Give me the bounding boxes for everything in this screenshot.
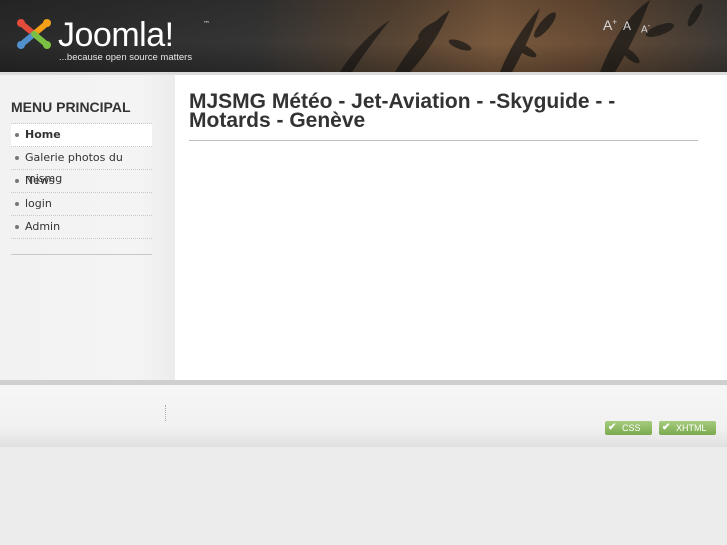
header: Joomla! ™ ...because open source matters…: [0, 0, 727, 72]
sidebar-item-news[interactable]: News: [11, 170, 152, 193]
sidebar-item-galerie[interactable]: Galerie photos du mjsmg: [11, 147, 152, 185]
font-larger-label: A: [603, 17, 613, 33]
sidebar-item-label: Admin: [25, 220, 61, 233]
valid-xhtml-badge[interactable]: ✔ XHTML: [659, 421, 716, 435]
sidebar-item-login[interactable]: login: [11, 193, 152, 216]
logo-wordmark: Joomla!: [58, 16, 174, 54]
sidebar-menu: Home Galerie photos du mjsmg News login …: [11, 123, 152, 239]
font-reset-button[interactable]: A: [623, 19, 631, 33]
check-icon: ✔: [662, 422, 671, 433]
font-larger-sign: +: [612, 17, 618, 27]
bullet-icon: [15, 179, 19, 183]
title-divider: [189, 140, 698, 141]
footer-divider: [165, 405, 166, 421]
sidebar: MENU PRINCIPAL Home Galerie photos du mj…: [0, 75, 175, 380]
logo[interactable]: Joomla! ™ ...because open source matters: [14, 12, 214, 66]
badge-label: XHTML: [676, 423, 707, 433]
footer: ✔ CSS ✔ XHTML: [0, 385, 727, 447]
page-background: [0, 447, 727, 545]
sidebar-menu-title: MENU PRINCIPAL: [11, 99, 131, 115]
page-title: MJSMG Météo - Jet-Aviation - -Skyguide -…: [189, 90, 616, 132]
font-smaller-sign: -: [647, 21, 651, 30]
bullet-icon: [15, 225, 19, 229]
valid-css-badge[interactable]: ✔ CSS: [605, 421, 652, 435]
bullet-icon: [15, 156, 19, 160]
font-larger-button[interactable]: A+: [603, 17, 617, 33]
sidebar-item-label: News: [25, 174, 55, 187]
check-icon: ✔: [608, 422, 617, 433]
bullet-icon: [15, 133, 19, 137]
joomla-logo-icon: [17, 19, 51, 49]
logo-tagline: ...because open source matters: [59, 52, 193, 63]
font-smaller-label: A: [641, 24, 648, 36]
font-smaller-button[interactable]: A-: [641, 21, 650, 35]
sidebar-item-label: login: [25, 197, 52, 210]
sidebar-item-label: Home: [25, 128, 61, 141]
main-content: MJSMG Météo - Jet-Aviation - -Skyguide -…: [175, 75, 727, 380]
badge-label: CSS: [622, 423, 641, 433]
logo-trademark: ™: [203, 20, 210, 28]
bullet-icon: [15, 202, 19, 206]
sidebar-item-admin[interactable]: Admin: [11, 216, 152, 239]
sidebar-divider: [11, 254, 152, 255]
sidebar-item-home[interactable]: Home: [11, 124, 152, 147]
